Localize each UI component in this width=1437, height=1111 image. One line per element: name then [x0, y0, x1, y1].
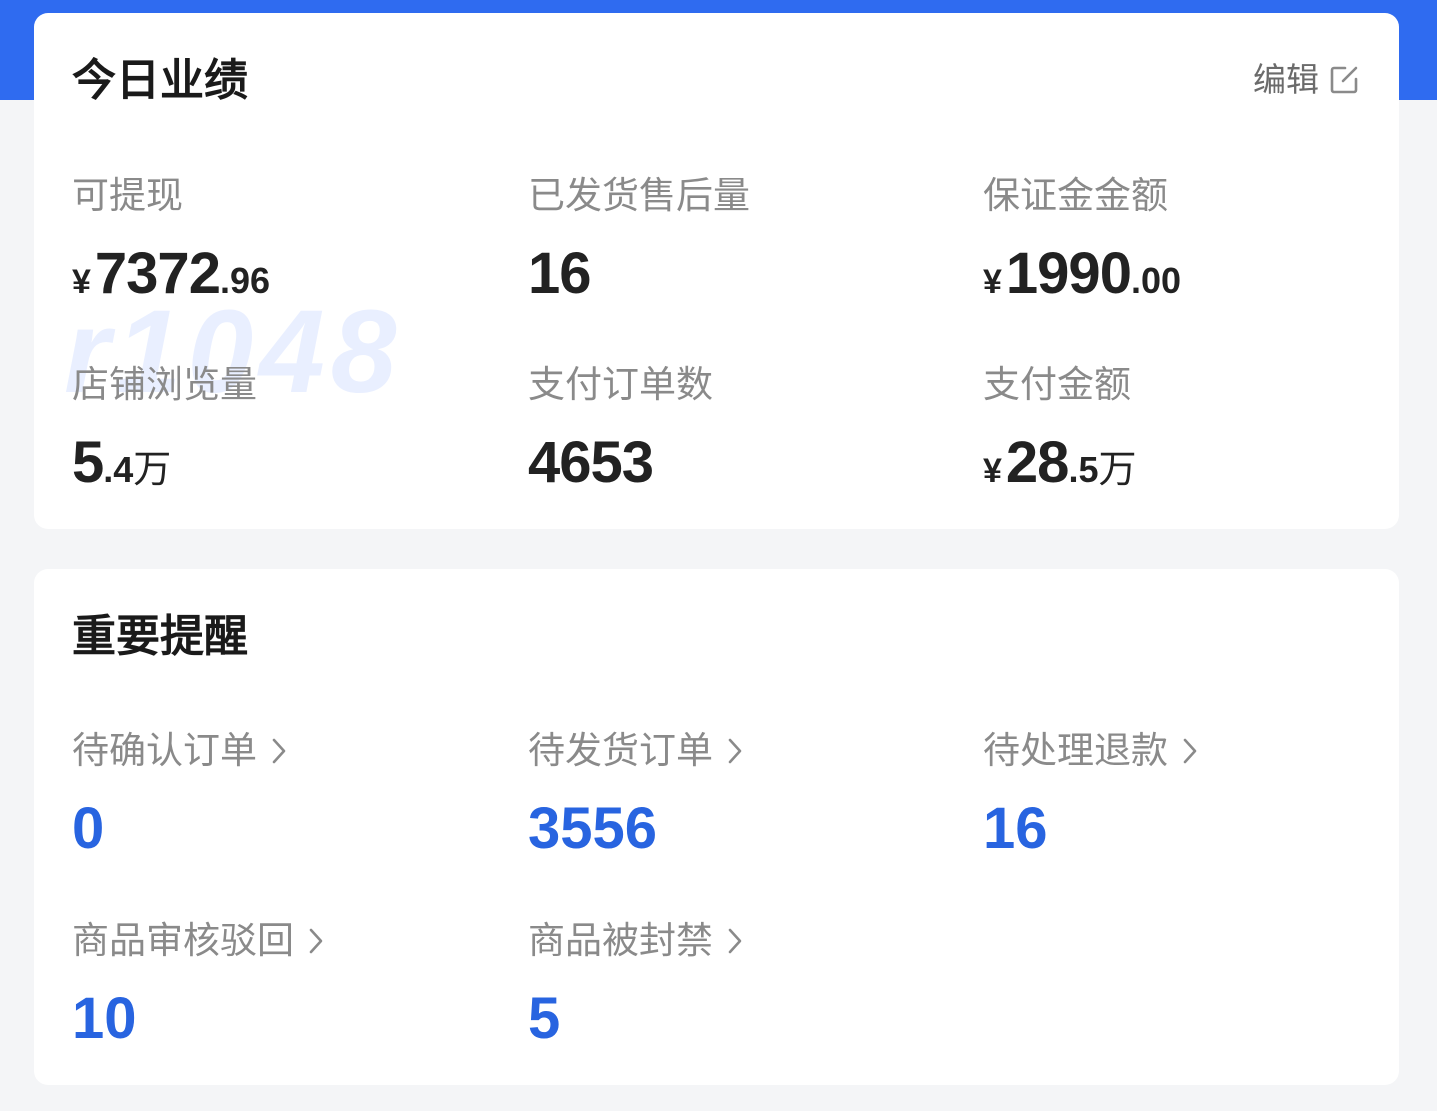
currency-symbol: ¥ [983, 263, 1002, 301]
edit-label: 编辑 [1253, 60, 1319, 99]
value-decimal: .96 [219, 260, 270, 301]
reminder-value: 16 [983, 796, 1048, 861]
chevron-right-icon [309, 928, 323, 953]
reminder-pending-confirm[interactable]: 待确认订单 0 [72, 729, 287, 858]
reminder-banned-products[interactable]: 商品被封禁 5 [528, 919, 743, 1048]
value-integer: 16 [528, 241, 592, 306]
reminder-review-rejected[interactable]: 商品审核驳回 10 [72, 919, 324, 1048]
chevron-right-icon [1183, 738, 1197, 763]
metric-withdrawable[interactable]: 可提现 ¥7372.96 [72, 174, 270, 303]
metric-value: ¥28.5万 [983, 434, 1136, 492]
metric-value: 16 [528, 245, 592, 303]
performance-title: 今日业绩 [72, 55, 248, 106]
value-integer: 28 [1005, 430, 1070, 495]
metric-value: ¥1990.00 [983, 245, 1181, 303]
metric-paid-amount[interactable]: 支付金额 ¥28.5万 [983, 363, 1136, 492]
reminder-label: 待发货订单 [528, 729, 713, 772]
value-integer: 4653 [528, 430, 654, 495]
metric-value: ¥7372.96 [72, 245, 270, 303]
reminders-title: 重要提醒 [72, 611, 248, 662]
value-integer: 1990 [1005, 241, 1132, 306]
reminder-value: 3556 [528, 796, 658, 861]
value-integer: 5 [72, 430, 104, 495]
metric-shipped-after-sales[interactable]: 已发货售后量 16 [528, 174, 750, 303]
metric-label: 已发货售后量 [528, 174, 750, 217]
metric-store-views[interactable]: 店铺浏览量 5.4万 [72, 363, 257, 492]
metric-value: 4653 [528, 434, 654, 492]
value-decimal: .00 [1130, 260, 1181, 301]
reminders-card: 重要提醒 待确认订单 0 待发货订单 3556 待处理退款 16 商品审核驳回 … [34, 569, 1399, 1085]
metric-label: 支付订单数 [528, 363, 713, 406]
edit-button[interactable]: 编辑 [1253, 63, 1359, 96]
currency-symbol: ¥ [72, 263, 91, 301]
value-decimal: .4 [103, 449, 134, 490]
chevron-right-icon [728, 928, 742, 953]
metric-label: 支付金额 [983, 363, 1131, 406]
metric-deposit-amount[interactable]: 保证金金额 ¥1990.00 [983, 174, 1181, 303]
edit-icon [1330, 66, 1358, 93]
chevron-right-icon [728, 738, 742, 763]
value-integer: 7372 [94, 241, 221, 306]
currency-symbol: ¥ [983, 452, 1002, 490]
value-unit: 万 [1098, 447, 1137, 491]
metric-label: 可提现 [72, 174, 183, 217]
value-unit: 万 [133, 447, 172, 491]
reminder-label: 待处理退款 [983, 729, 1168, 772]
reminder-value: 5 [528, 986, 561, 1051]
value-decimal: .5 [1068, 449, 1099, 490]
reminder-label: 待确认订单 [72, 729, 257, 772]
metric-value: 5.4万 [72, 434, 171, 492]
chevron-right-icon [272, 738, 286, 763]
reminder-pending-refund[interactable]: 待处理退款 16 [983, 729, 1198, 858]
performance-card: 今日业绩 编辑 r1048 可提现 ¥7372.96 已发货售后量 16 保证金… [34, 13, 1399, 529]
reminder-pending-ship[interactable]: 待发货订单 3556 [528, 729, 743, 858]
reminder-label: 商品被封禁 [528, 919, 713, 962]
reminder-value: 0 [72, 796, 105, 861]
metric-label: 店铺浏览量 [72, 363, 257, 406]
metric-paid-orders[interactable]: 支付订单数 4653 [528, 363, 713, 492]
reminder-label: 商品审核驳回 [72, 919, 294, 962]
metric-label: 保证金金额 [983, 174, 1168, 217]
reminder-value: 10 [72, 986, 137, 1051]
